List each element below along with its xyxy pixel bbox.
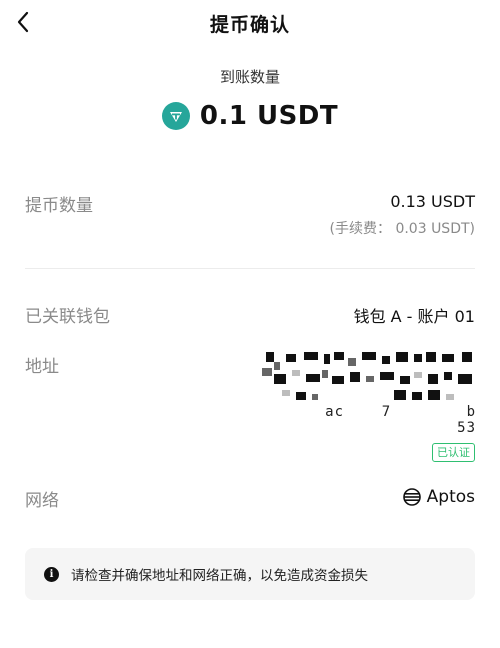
verified-badge: 已认证	[432, 443, 475, 462]
network-label: 网络	[25, 491, 59, 511]
page-title: 提币确认	[209, 14, 290, 36]
info-icon: i	[44, 566, 59, 582]
received-amount-value: 0.1 USDT	[199, 101, 339, 131]
warning-notice: i 请检查并确保地址和网络正确，以免造成资金损失	[25, 548, 475, 600]
network-value: Aptos	[402, 487, 475, 507]
withdraw-amount-value: 0.13 USDT	[390, 192, 475, 211]
address-tail-start: ac 7 b	[325, 404, 476, 420]
divider	[25, 268, 475, 269]
received-amount: 0.1 USDT	[0, 96, 500, 136]
address-tail: ac 7 b 53	[262, 404, 476, 436]
network-name: Aptos	[426, 487, 475, 507]
fee-value: (手续费： 0.03 USDT)	[329, 221, 475, 237]
wallet-value: 钱包 A - 账户 01	[353, 307, 475, 326]
address-tail-end: 53	[457, 420, 476, 436]
tether-icon	[161, 102, 190, 130]
wallet-label: 已关联钱包	[25, 307, 110, 327]
received-amount-label: 到账数量	[219, 68, 280, 86]
address-label: 地址	[25, 357, 59, 377]
address-value-redacted	[262, 350, 476, 412]
withdraw-amount-label: 提币数量	[25, 196, 93, 216]
aptos-icon	[402, 488, 421, 506]
header: 提币确认	[0, 0, 500, 44]
notice-text: 请检查并确保地址和网络正确，以免造成资金损失	[71, 568, 368, 584]
